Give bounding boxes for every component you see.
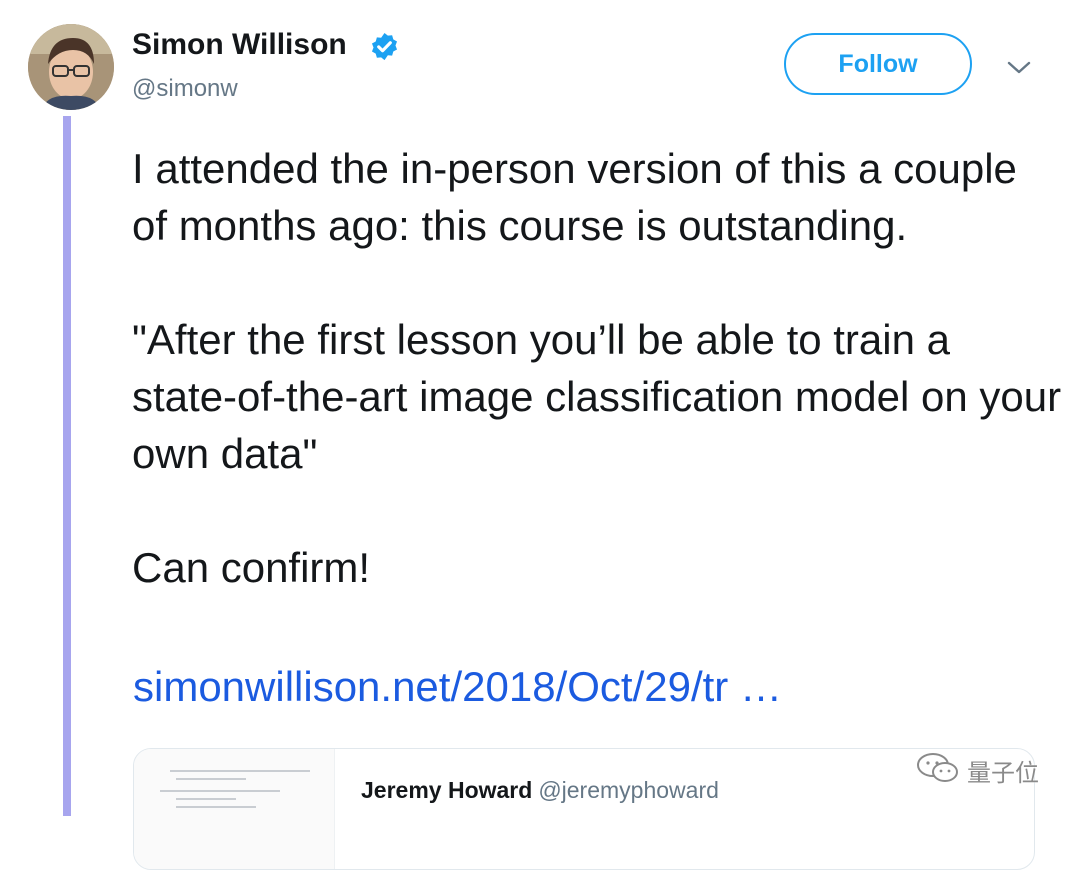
author-handle[interactable]: @simonw bbox=[132, 75, 238, 103]
tweet-text: I attended the in-person version of this… bbox=[132, 140, 1062, 596]
thread-line bbox=[63, 116, 71, 816]
follow-button[interactable]: Follow bbox=[784, 33, 972, 95]
verified-badge-icon bbox=[369, 31, 400, 62]
quoted-tweet-card[interactable]: Jeremy Howard @jeremyphoward bbox=[133, 748, 1035, 870]
wechat-icon bbox=[915, 751, 961, 790]
watermark-text: 量子位 bbox=[967, 758, 1039, 787]
author-avatar[interactable] bbox=[28, 24, 114, 110]
watermark: 量子位 bbox=[915, 752, 1039, 788]
tweet-paragraph: I attended the in-person version of this… bbox=[132, 145, 1017, 249]
tweet-paragraph: Can confirm! bbox=[132, 544, 371, 591]
tweet-link[interactable]: simonwillison.net/2018/Oct/29/tr … bbox=[133, 658, 782, 715]
quoted-tweet-author[interactable]: Jeremy Howard @jeremyphoward bbox=[361, 777, 719, 804]
chevron-down-icon[interactable] bbox=[1006, 56, 1032, 78]
quoted-tweet-thumbnail bbox=[134, 749, 335, 869]
avatar-photo bbox=[28, 24, 114, 110]
author-name[interactable]: Simon Willison bbox=[132, 28, 347, 62]
quoted-author-name: Jeremy Howard bbox=[361, 777, 533, 803]
quoted-author-handle: @jeremyphoward bbox=[538, 777, 719, 803]
tweet-paragraph: "After the first lesson you’ll be able t… bbox=[132, 316, 1062, 477]
